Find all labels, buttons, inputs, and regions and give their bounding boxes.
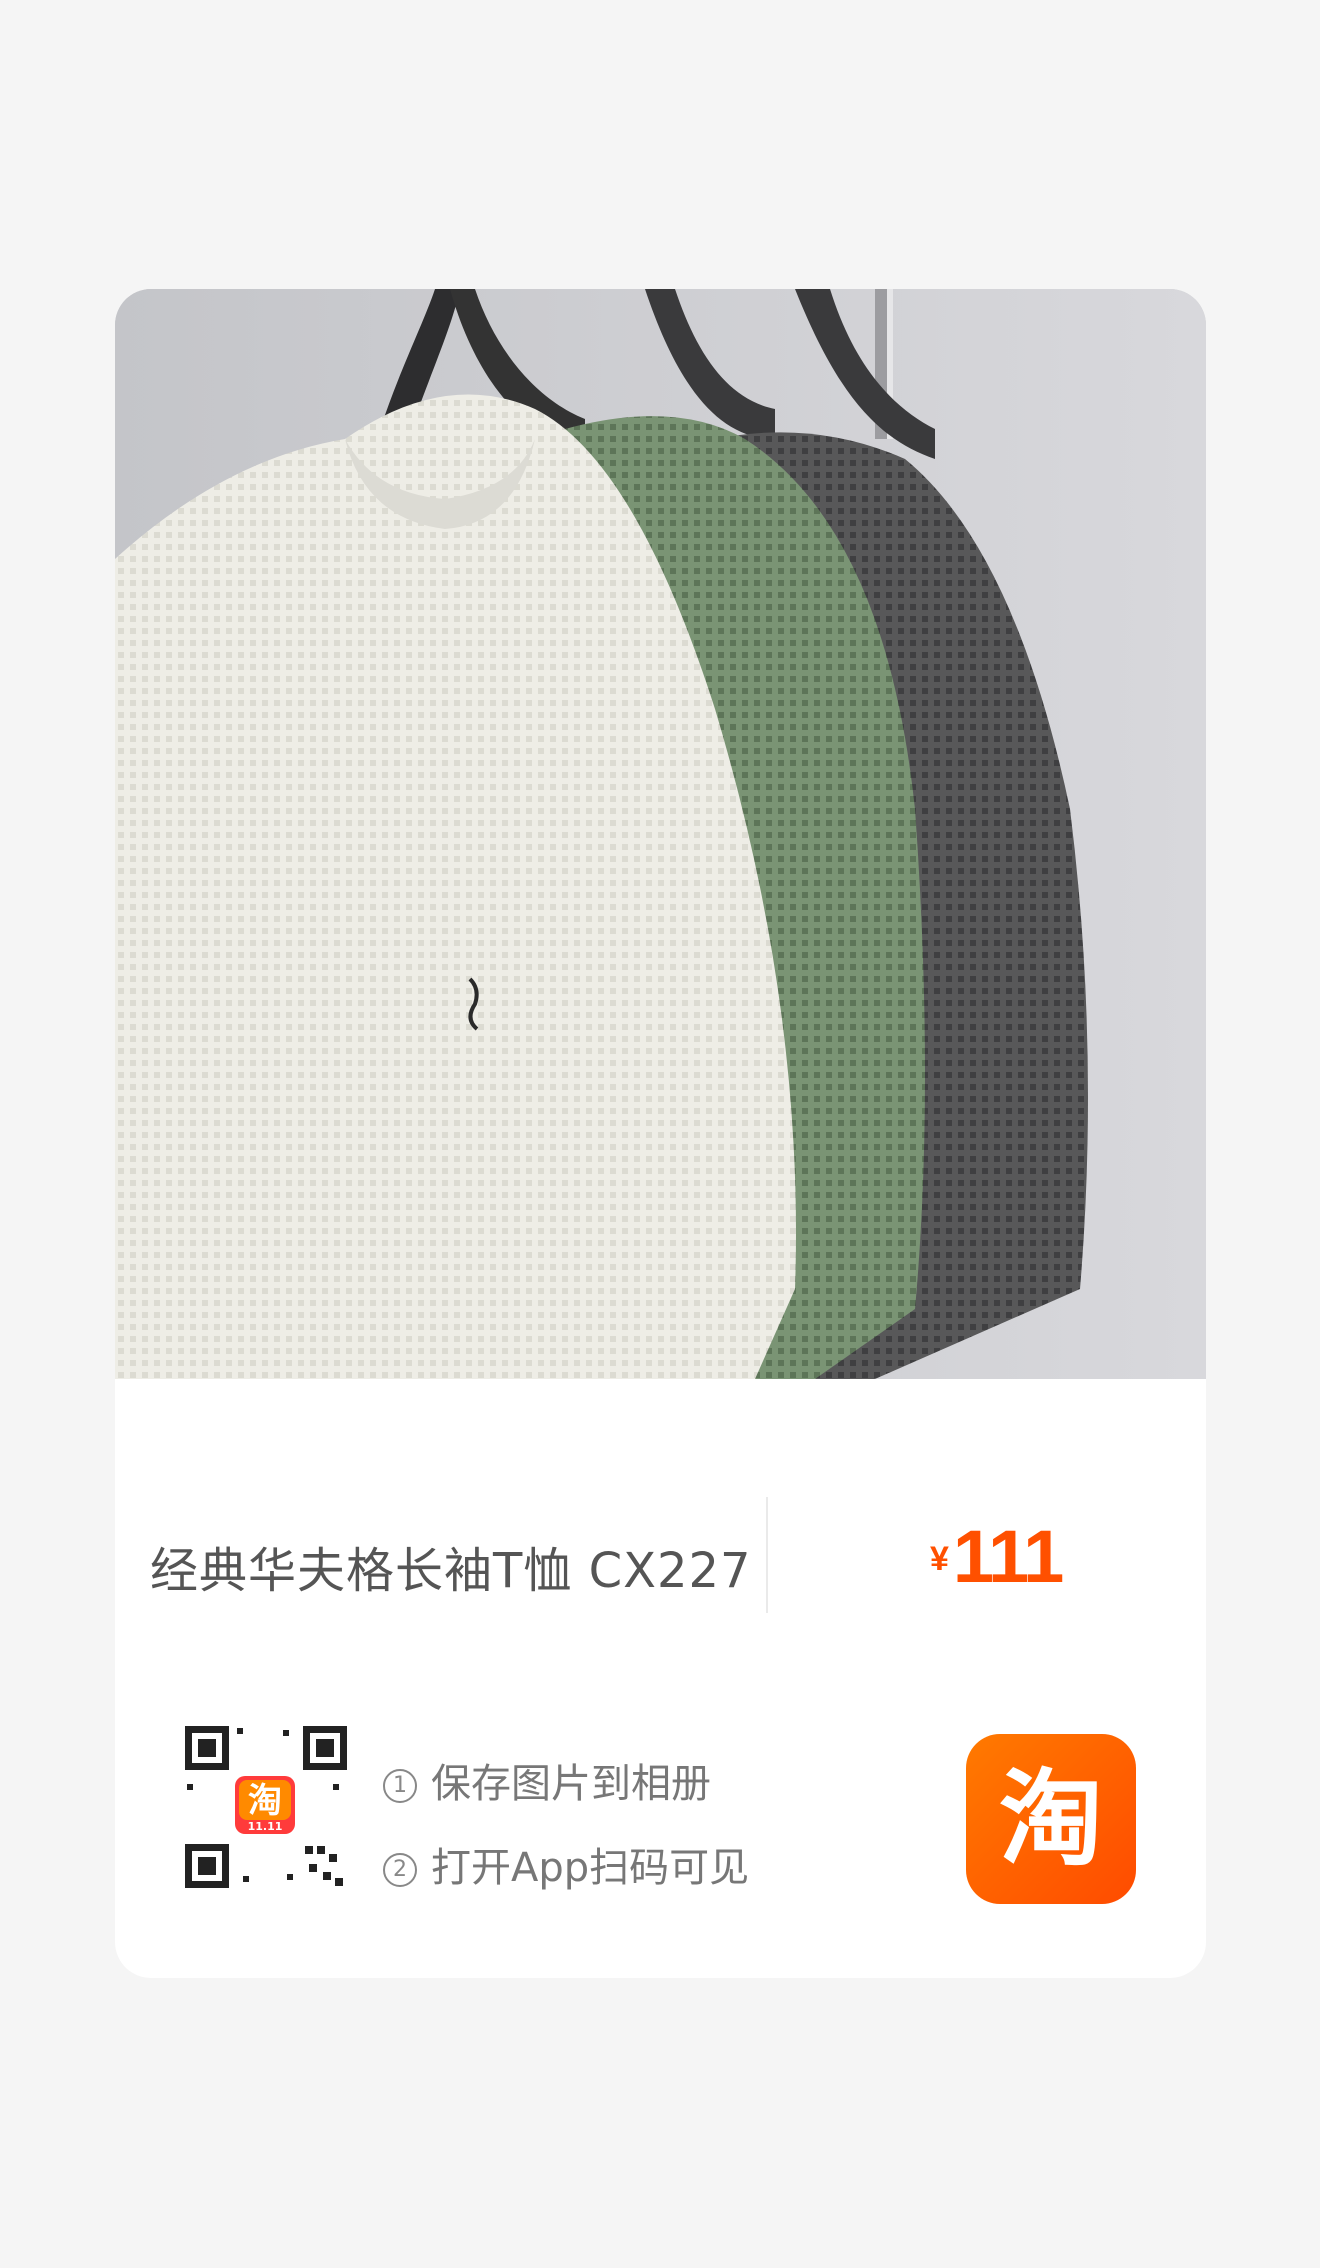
step-1-text: 保存图片到相册 (431, 1761, 711, 1807)
qr-code-icon: 淘 11.11 (183, 1724, 348, 1889)
share-card: 经典华夫格长袖T恤 CX227 ¥111 淘 11.11 1 保存图片到相册 2… (115, 289, 1206, 1978)
step-2-number: 2 (383, 1853, 417, 1887)
product-info: 经典华夫格长袖T恤 CX227 ¥111 淘 11.11 1 保存图片到相册 2… (115, 1379, 1206, 1978)
instruction-step-1: 1 保存图片到相册 (383, 1751, 711, 1809)
instruction-step-2: 2 打开App扫码可见 (383, 1835, 749, 1893)
step-1-number: 1 (383, 1769, 417, 1803)
qr-badge-sub: 11.11 (248, 1820, 283, 1833)
product-price: ¥111 (930, 1514, 1064, 1599)
price-value: 111 (952, 1515, 1064, 1598)
step-2-text: 打开App扫码可见 (431, 1845, 750, 1891)
product-title: 经典华夫格长袖T恤 CX227 (150, 1543, 752, 1599)
divider (766, 1497, 768, 1613)
qr-badge-char: 淘 (248, 1781, 282, 1821)
product-photo (115, 289, 1206, 1379)
taobao-app-icon: 淘 (966, 1734, 1136, 1904)
currency-symbol: ¥ (930, 1540, 949, 1578)
